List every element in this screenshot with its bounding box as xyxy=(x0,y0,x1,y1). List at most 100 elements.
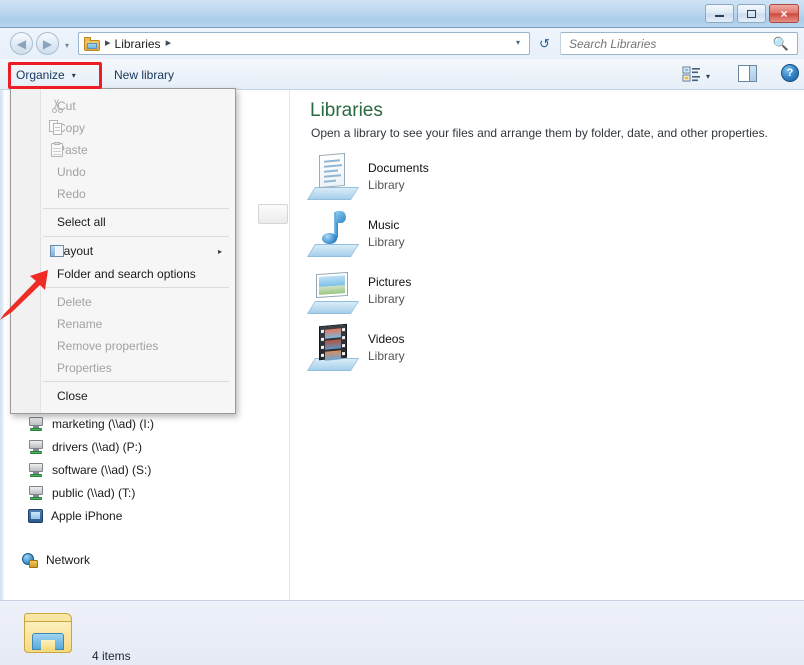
status-bar: 4 items xyxy=(0,600,804,665)
search-icon[interactable]: 🔍 xyxy=(773,36,789,52)
music-library-icon xyxy=(306,209,362,259)
change-view-button[interactable] xyxy=(682,65,702,84)
back-button[interactable]: ◀ xyxy=(10,32,33,55)
menu-item-label: Undo xyxy=(57,165,86,179)
library-name: Music xyxy=(368,218,400,232)
close-icon: × xyxy=(780,6,788,21)
submenu-chevron-right-icon: ▸ xyxy=(217,246,222,256)
sidebar-item-label: Network xyxy=(46,553,91,567)
breadcrumb-libraries[interactable]: Libraries xyxy=(115,37,161,51)
menu-item-label: Select all xyxy=(57,215,106,229)
sidebar-item-software[interactable]: software (\\ad) (S:) xyxy=(28,460,151,480)
menu-separator xyxy=(43,381,229,382)
sidebar-item-apple-iphone[interactable]: Apple iPhone xyxy=(28,506,122,526)
sidebar-item-marketing[interactable]: marketing (\\ad) (I:) xyxy=(28,414,154,434)
address-bar[interactable]: ▸ Libraries ▸ xyxy=(78,32,530,55)
menu-item-label: Properties xyxy=(57,361,112,375)
navigation-pane-edge xyxy=(0,90,4,600)
close-button[interactable]: × xyxy=(769,4,799,23)
library-item-videos[interactable]: Videos Library xyxy=(306,323,606,375)
explorer-window: × ◀ ▶ ▾ ▸ Libraries ▸ ▾ ↺ 🔍 Organize xyxy=(0,0,804,665)
view-chevron-down-icon[interactable]: ▾ xyxy=(706,72,710,81)
scissors-icon xyxy=(49,98,65,114)
library-item-documents[interactable]: Documents Library xyxy=(306,152,606,204)
videos-library-icon xyxy=(306,323,362,373)
library-kind: Library xyxy=(368,349,405,363)
maximize-button[interactable] xyxy=(737,4,766,23)
sidebar-item-network[interactable]: Network xyxy=(22,550,90,570)
item-count-label: 4 items xyxy=(92,649,131,663)
maximize-icon xyxy=(738,5,765,22)
library-kind: Library xyxy=(368,178,405,192)
organize-label: Organize xyxy=(16,68,65,82)
menu-item-label: Folder and search options xyxy=(57,267,196,281)
minimize-button[interactable] xyxy=(705,4,734,23)
menu-item-redo[interactable]: Redo xyxy=(41,183,234,205)
title-bar: × xyxy=(0,0,804,28)
phone-icon xyxy=(28,509,43,523)
breadcrumb-separator-icon-2[interactable]: ▸ xyxy=(166,38,172,49)
menu-separator xyxy=(43,236,229,237)
search-input[interactable] xyxy=(569,36,773,51)
help-button[interactable]: ? xyxy=(781,64,799,82)
menu-item-undo[interactable]: Undo xyxy=(41,161,234,183)
menu-item-cut[interactable]: Cut xyxy=(41,95,234,117)
new-library-label: New library xyxy=(114,68,175,82)
menu-item-paste[interactable]: Paste xyxy=(41,139,234,161)
menu-item-delete[interactable]: Delete xyxy=(41,291,234,313)
menu-item-remove-properties[interactable]: Remove properties xyxy=(41,335,234,357)
sidebar-item-label: Apple iPhone xyxy=(51,509,123,523)
back-arrow-icon: ◀ xyxy=(16,36,27,51)
menu-item-copy[interactable]: Copy xyxy=(41,117,234,139)
recent-pages-button[interactable]: ▾ xyxy=(62,40,72,50)
sidebar-item-drivers[interactable]: drivers (\\ad) (P:) xyxy=(28,437,142,457)
clipboard-icon xyxy=(49,142,65,158)
library-item-music[interactable]: Music Library xyxy=(306,209,606,261)
menu-item-close[interactable]: Close xyxy=(41,385,234,407)
libraries-folder-icon xyxy=(84,36,100,51)
network-drive-icon xyxy=(28,417,44,431)
refresh-icon[interactable]: ↺ xyxy=(534,33,555,54)
library-name: Videos xyxy=(368,332,405,346)
library-item-pictures[interactable]: Pictures Library xyxy=(306,266,606,318)
network-drive-icon xyxy=(28,440,44,454)
preview-pane-button[interactable] xyxy=(738,65,757,82)
menu-icon-gutter xyxy=(11,89,41,413)
network-drive-icon xyxy=(28,486,44,500)
organize-button[interactable]: Organize ▾ xyxy=(16,66,76,84)
navigation-pane-scrollbar[interactable] xyxy=(258,204,288,224)
sidebar-item-label: marketing (\\ad) (I:) xyxy=(52,417,155,431)
forward-arrow-icon: ▶ xyxy=(42,36,53,51)
help-icon: ? xyxy=(786,67,794,79)
library-name: Pictures xyxy=(368,275,412,289)
search-box[interactable]: 🔍 xyxy=(560,32,798,55)
menu-item-select-all[interactable]: Select all xyxy=(41,211,234,233)
library-kind: Library xyxy=(368,235,405,249)
layout-icon xyxy=(49,243,65,259)
menu-item-label: Redo xyxy=(57,187,86,201)
menu-item-rename[interactable]: Rename xyxy=(41,313,234,335)
sidebar-item-label: drivers (\\ad) (P:) xyxy=(52,440,143,454)
menu-item-folder-and-search-options[interactable]: Folder and search options xyxy=(41,263,234,285)
address-dropdown-icon[interactable]: ▾ xyxy=(516,38,520,47)
menu-item-label: Close xyxy=(57,389,88,403)
breadcrumb-separator-icon: ▸ xyxy=(105,37,111,49)
sidebar-item-label: software (\\ad) (S:) xyxy=(52,463,152,477)
documents-library-icon xyxy=(306,152,362,202)
page-title: Libraries xyxy=(310,100,383,121)
menu-item-layout[interactable]: Layout ▸ xyxy=(41,240,234,262)
chevron-down-icon: ▾ xyxy=(71,70,76,80)
sidebar-item-label: public (\\ad) (T:) xyxy=(52,486,136,500)
forward-button[interactable]: ▶ xyxy=(36,32,59,55)
preview-pane-icon xyxy=(749,66,756,81)
network-icon xyxy=(22,552,38,568)
sidebar-item-public[interactable]: public (\\ad) (T:) xyxy=(28,483,135,503)
library-kind: Library xyxy=(368,292,405,306)
minimize-icon xyxy=(706,5,733,22)
menu-item-properties[interactable]: Properties xyxy=(41,357,234,379)
pictures-library-icon xyxy=(306,266,362,316)
copy-icon xyxy=(49,120,65,136)
network-drive-icon xyxy=(28,463,44,477)
libraries-folder-icon xyxy=(22,609,74,655)
new-library-button[interactable]: New library xyxy=(114,66,174,84)
